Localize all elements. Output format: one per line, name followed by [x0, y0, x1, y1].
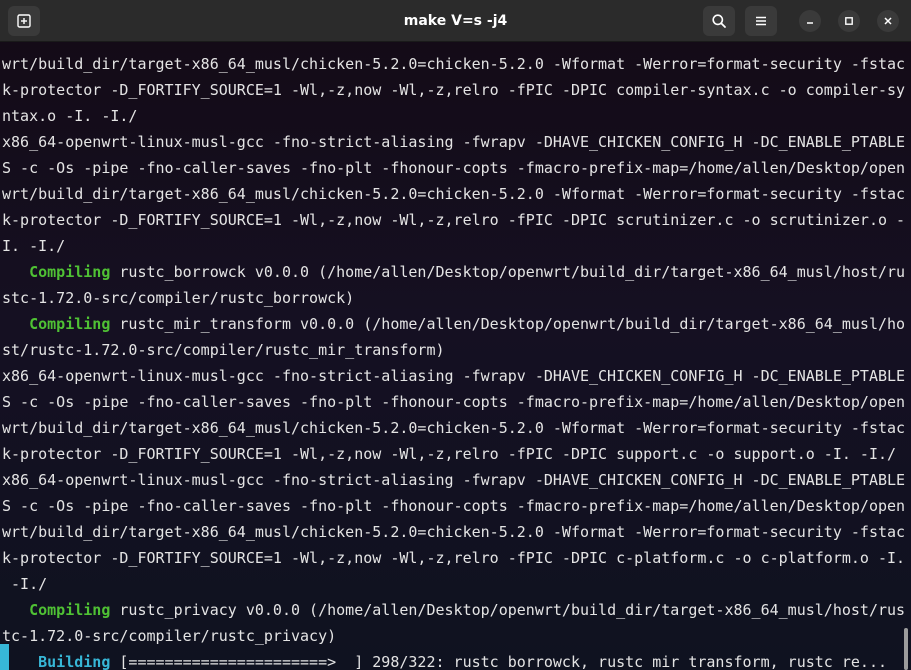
compiling-keyword: Compiling	[29, 601, 111, 619]
line-text: k-protector -D_FORTIFY_SOURCE=1 -Wl,-z,n…	[2, 211, 906, 229]
terminal-line: k-protector -D_FORTIFY_SOURCE=1 -Wl,-z,n…	[2, 441, 905, 467]
terminal-line: Compiling rustc_privacy v0.0.0 (/home/al…	[2, 597, 905, 623]
maximize-icon	[845, 17, 853, 25]
new-tab-button[interactable]	[8, 6, 40, 36]
line-text: wrt/build_dir/target-x86_64_musl/chicken…	[2, 523, 906, 541]
search-button[interactable]	[703, 6, 735, 36]
terminal-line: x86_64-openwrt-linux-musl-gcc -fno-stric…	[2, 129, 905, 155]
line-text: tc-1.72.0-src/compiler/rustc_privacy)	[2, 627, 337, 645]
line-text: k-protector -D_FORTIFY_SOURCE=1 -Wl,-z,n…	[2, 445, 897, 463]
terminal-line: I. -I./	[2, 233, 905, 259]
line-text: rustc_privacy v0.0.0 (/home/allen/Deskto…	[110, 601, 906, 619]
line-text: S -c -Os -pipe -fno-caller-saves -fno-pl…	[2, 497, 906, 515]
terminal-window: make V=s -j4 wrt/build_dir/target-x86_64…	[0, 0, 911, 670]
line-text: rustc_mir_transform v0.0.0 (/home/allen/…	[110, 315, 906, 333]
line-text: k-protector -D_FORTIFY_SOURCE=1 -Wl,-z,n…	[2, 81, 906, 99]
terminal-line: ntax.o -I. -I./	[2, 103, 905, 129]
minimize-icon	[807, 22, 813, 24]
terminal-line: wrt/build_dir/target-x86_64_musl/chicken…	[2, 415, 905, 441]
terminal-output[interactable]: wrt/build_dir/target-x86_64_musl/chicken…	[0, 42, 911, 670]
line-text: k-protector -D_FORTIFY_SOURCE=1 -Wl,-z,n…	[2, 549, 906, 567]
maximize-button[interactable]	[838, 10, 860, 32]
line-text: x86_64-openwrt-linux-musl-gcc -fno-stric…	[2, 133, 906, 151]
line-text: ntax.o -I. -I./	[2, 107, 138, 125]
title-bar: make V=s -j4	[0, 0, 911, 42]
compiling-keyword: Compiling	[29, 315, 111, 333]
terminal-line: wrt/build_dir/target-x86_64_musl/chicken…	[2, 519, 905, 545]
terminal-line: stc-1.72.0-src/compiler/rustc_borrowck)	[2, 285, 905, 311]
line-text: wrt/build_dir/target-x86_64_musl/chicken…	[2, 185, 906, 203]
terminal-line: S -c -Os -pipe -fno-caller-saves -fno-pl…	[2, 155, 905, 181]
terminal-line: k-protector -D_FORTIFY_SOURCE=1 -Wl,-z,n…	[2, 77, 905, 103]
terminal-line: Building [======================> ] 298/…	[2, 649, 905, 670]
terminal-line: k-protector -D_FORTIFY_SOURCE=1 -Wl,-z,n…	[2, 545, 905, 571]
terminal-lines: wrt/build_dir/target-x86_64_musl/chicken…	[2, 51, 905, 670]
terminal-line: x86_64-openwrt-linux-musl-gcc -fno-stric…	[2, 363, 905, 389]
terminal-line: S -c -Os -pipe -fno-caller-saves -fno-pl…	[2, 493, 905, 519]
terminal-line: wrt/build_dir/target-x86_64_musl/chicken…	[2, 181, 905, 207]
line-text: wrt/build_dir/target-x86_64_musl/chicken…	[2, 55, 906, 73]
scrollbar[interactable]	[904, 628, 908, 670]
search-icon	[712, 14, 726, 28]
line-text: st/rustc-1.72.0-src/compiler/rustc_mir_t…	[2, 341, 445, 359]
line-text: [======================> ] 298/322: rust…	[110, 653, 888, 670]
building-keyword: Building	[38, 653, 111, 670]
line-text: x86_64-openwrt-linux-musl-gcc -fno-stric…	[2, 471, 906, 489]
new-tab-icon	[17, 14, 31, 28]
line-text: -I./	[2, 575, 48, 593]
terminal-line: tc-1.72.0-src/compiler/rustc_privacy)	[2, 623, 905, 649]
hamburger-menu-icon	[756, 16, 766, 26]
line-text: stc-1.72.0-src/compiler/rustc_borrowck)	[2, 289, 355, 307]
terminal-line: S -c -Os -pipe -fno-caller-saves -fno-pl…	[2, 389, 905, 415]
terminal-line: st/rustc-1.72.0-src/compiler/rustc_mir_t…	[2, 337, 905, 363]
compiling-keyword: Compiling	[29, 263, 111, 281]
line-text: S -c -Os -pipe -fno-caller-saves -fno-pl…	[2, 393, 906, 411]
line-text: wrt/build_dir/target-x86_64_musl/chicken…	[2, 419, 906, 437]
close-icon	[884, 17, 892, 25]
close-button[interactable]	[877, 10, 899, 32]
line-text: rustc_borrowck v0.0.0 (/home/allen/Deskt…	[110, 263, 906, 281]
terminal-line: wrt/build_dir/target-x86_64_musl/chicken…	[2, 51, 905, 77]
line-text: S -c -Os -pipe -fno-caller-saves -fno-pl…	[2, 159, 906, 177]
minimize-button[interactable]	[799, 10, 821, 32]
terminal-line: Compiling rustc_borrowck v0.0.0 (/home/a…	[2, 259, 905, 285]
terminal-line: k-protector -D_FORTIFY_SOURCE=1 -Wl,-z,n…	[2, 207, 905, 233]
menu-button[interactable]	[745, 6, 777, 36]
line-text: I. -I./	[2, 237, 66, 255]
terminal-line: Compiling rustc_mir_transform v0.0.0 (/h…	[2, 311, 905, 337]
terminal-line: x86_64-openwrt-linux-musl-gcc -fno-stric…	[2, 467, 905, 493]
terminal-line: -I./	[2, 571, 905, 597]
line-text: x86_64-openwrt-linux-musl-gcc -fno-stric…	[2, 367, 906, 385]
